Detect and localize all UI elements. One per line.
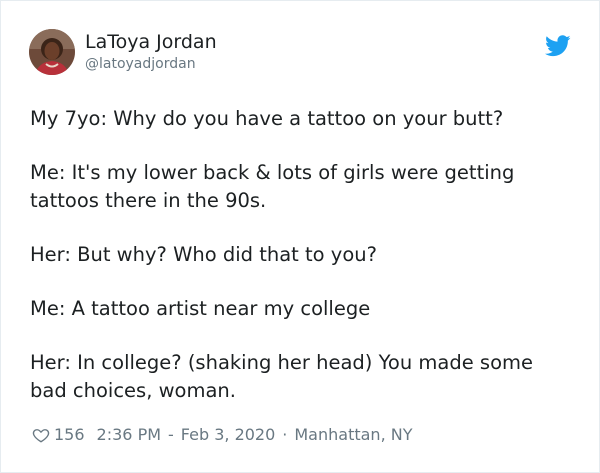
location-separator: · xyxy=(282,425,288,444)
tweet-paragraph: My 7yo: Why do you have a tattoo on your… xyxy=(30,107,504,130)
tweet-paragraph: Me: A tattoo artist near my college xyxy=(30,297,371,320)
like-count[interactable]: 156 xyxy=(54,425,85,444)
tweet-paragraph: Her: In college? (shaking her head) You … xyxy=(30,351,534,402)
tweet-time[interactable]: 2:36 PM xyxy=(97,425,161,444)
author-names: LaToya Jordan @latoyadjordan xyxy=(85,31,217,73)
tweet-location[interactable]: Manhattan, NY xyxy=(294,425,412,444)
tweet-footer: 156 2:36 PM - Feb 3, 2020 · Manhattan, N… xyxy=(32,425,412,444)
avatar[interactable] xyxy=(29,29,75,75)
tweet-card: LaToya Jordan @latoyadjordan My 7yo: Why… xyxy=(0,0,600,473)
author-handle[interactable]: @latoyadjordan xyxy=(85,56,217,73)
tweet-paragraph: Her: But why? Who did that to you? xyxy=(30,243,377,266)
heart-outline-icon[interactable] xyxy=(32,426,50,444)
author-display-name[interactable]: LaToya Jordan xyxy=(85,31,217,54)
tweet-paragraph: Me: It's my lower back & lots of girls w… xyxy=(30,161,515,212)
date-separator: - xyxy=(168,425,174,444)
twitter-bird-icon[interactable] xyxy=(545,35,571,57)
tweet-header: LaToya Jordan @latoyadjordan xyxy=(29,27,217,77)
tweet-text: My 7yo: Why do you have a tattoo on your… xyxy=(30,105,575,405)
tweet-date[interactable]: Feb 3, 2020 xyxy=(181,425,275,444)
